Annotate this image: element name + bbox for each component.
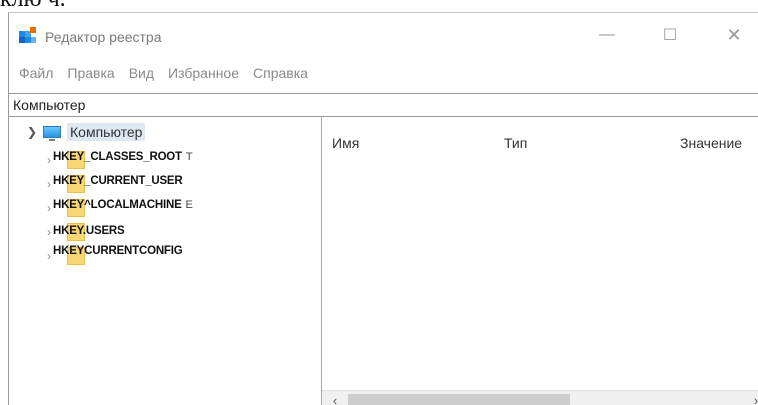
tree-node-label[interactable]: HKEYCURRENTCONFIG	[53, 245, 183, 257]
scroll-right-icon[interactable]: ›	[747, 391, 758, 405]
tree-node-label[interactable]: HKEY.USERS	[53, 225, 125, 237]
menu-bar: Файл Правка Вид Избранное Справка	[9, 61, 758, 85]
maximize-button[interactable]: ☐	[650, 21, 690, 49]
menu-edit[interactable]: Правка	[67, 63, 114, 83]
chevron-down-icon[interactable]: ❯	[27, 125, 39, 139]
tree-node-label[interactable]: HKEY_CURRENT_USER	[53, 175, 183, 187]
menu-view[interactable]: Вид	[129, 63, 154, 83]
column-value[interactable]: Значение	[680, 135, 742, 151]
computer-icon	[43, 126, 61, 141]
menu-help[interactable]: Справка	[253, 63, 308, 83]
stray-mark: E	[185, 199, 193, 211]
column-type[interactable]: Тип	[504, 135, 527, 151]
stray-mark: T	[185, 151, 193, 163]
values-pane[interactable]: Имя Тип Значение ‹ ›	[322, 117, 758, 405]
scroll-left-icon[interactable]: ‹	[326, 391, 344, 405]
menu-file[interactable]: Файл	[19, 63, 53, 83]
tree-pane[interactable]: ❯ Компьютер › HKEY_CLASSES_ROOT T › HKEY_…	[9, 117, 322, 405]
close-button[interactable]: ✕	[714, 21, 754, 49]
title-bar[interactable]: Редактор реестра — ☐ ✕	[9, 13, 758, 53]
tree-root-computer[interactable]: ❯ Компьютер	[27, 123, 146, 141]
address-bar[interactable]: Компьютер	[9, 93, 758, 117]
menu-favorites[interactable]: Избранное	[168, 63, 239, 83]
registry-editor-icon	[19, 27, 36, 43]
window-title: Редактор реестра	[45, 29, 162, 45]
address-path[interactable]: Компьютер	[13, 97, 85, 113]
column-name[interactable]: Имя	[332, 135, 359, 151]
horizontal-scrollbar[interactable]: ‹ ›	[322, 390, 758, 405]
minimize-button[interactable]: —	[587, 21, 627, 49]
tree-node-label[interactable]: HKEY_CLASSES_ROOT T	[53, 151, 193, 163]
registry-editor-window: Редактор реестра — ☐ ✕ Файл Правка Вид И…	[8, 12, 758, 405]
tree-root-label[interactable]: Компьютер	[67, 123, 146, 141]
tree-node-label[interactable]: HKEY^LOCALMACHINE E	[53, 199, 193, 211]
